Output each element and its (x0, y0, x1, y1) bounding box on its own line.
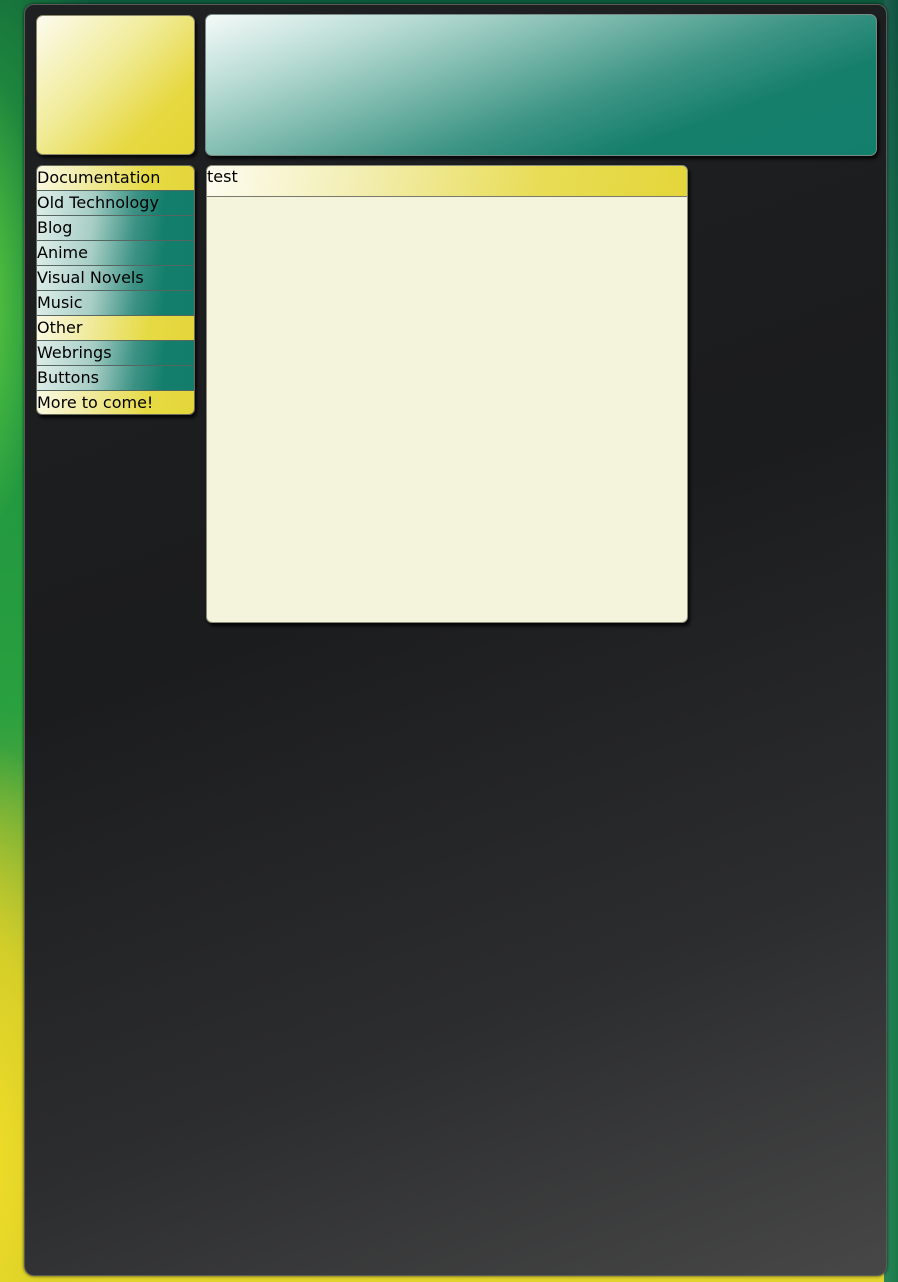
nav-item-other[interactable]: Other (37, 316, 194, 341)
nav-item-documentation[interactable]: Documentation (37, 166, 194, 191)
nav-item-music[interactable]: Music (37, 291, 194, 316)
nav-item-visual-novels[interactable]: Visual Novels (37, 266, 194, 291)
header-banner (205, 14, 877, 156)
content-title: test (207, 166, 687, 197)
nav-item-buttons[interactable]: Buttons (37, 366, 194, 391)
sidebar-nav: Documentation Old Technology Blog Anime … (36, 165, 195, 415)
nav-item-webrings[interactable]: Webrings (37, 341, 194, 366)
logo-box (36, 15, 195, 155)
main-panel: Documentation Old Technology Blog Anime … (24, 4, 887, 1276)
nav-item-anime[interactable]: Anime (37, 241, 194, 266)
nav-item-more-to-come[interactable]: More to come! (37, 391, 194, 414)
nav-item-old-technology[interactable]: Old Technology (37, 191, 194, 216)
content-panel: test (206, 165, 688, 623)
nav-item-blog[interactable]: Blog (37, 216, 194, 241)
